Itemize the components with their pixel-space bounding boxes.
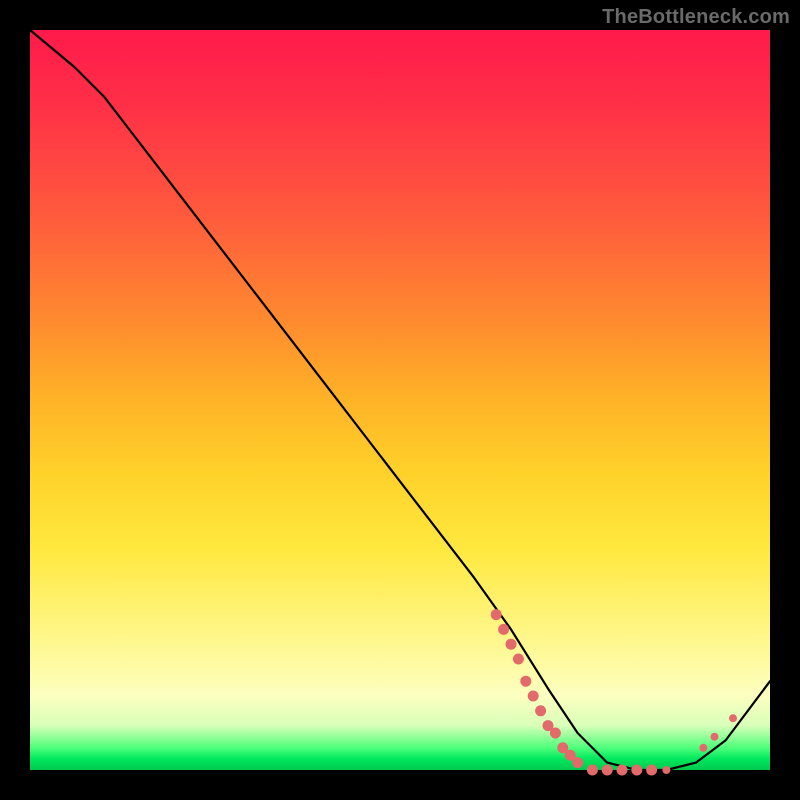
marker-dot bbox=[520, 676, 531, 687]
marker-dot bbox=[513, 654, 524, 665]
marker-dot bbox=[646, 765, 657, 776]
marker-dot bbox=[729, 714, 737, 722]
marker-dot bbox=[491, 609, 502, 620]
marker-dot bbox=[711, 733, 719, 741]
chart-frame: TheBottleneck.com bbox=[0, 0, 800, 800]
marker-dot bbox=[587, 765, 598, 776]
marker-dot bbox=[506, 639, 517, 650]
curve-markers bbox=[491, 609, 737, 775]
marker-dot bbox=[498, 624, 509, 635]
marker-dot bbox=[572, 757, 583, 768]
bottleneck-curve bbox=[30, 30, 770, 770]
marker-dot bbox=[550, 728, 561, 739]
marker-dot bbox=[699, 744, 707, 752]
marker-dot bbox=[631, 765, 642, 776]
curve-layer bbox=[30, 30, 770, 770]
marker-dot bbox=[528, 691, 539, 702]
plot-area bbox=[30, 30, 770, 770]
watermark-text: TheBottleneck.com bbox=[602, 6, 790, 29]
marker-dot bbox=[617, 765, 628, 776]
marker-dot bbox=[662, 766, 670, 774]
marker-dot bbox=[535, 705, 546, 716]
marker-dot bbox=[602, 765, 613, 776]
